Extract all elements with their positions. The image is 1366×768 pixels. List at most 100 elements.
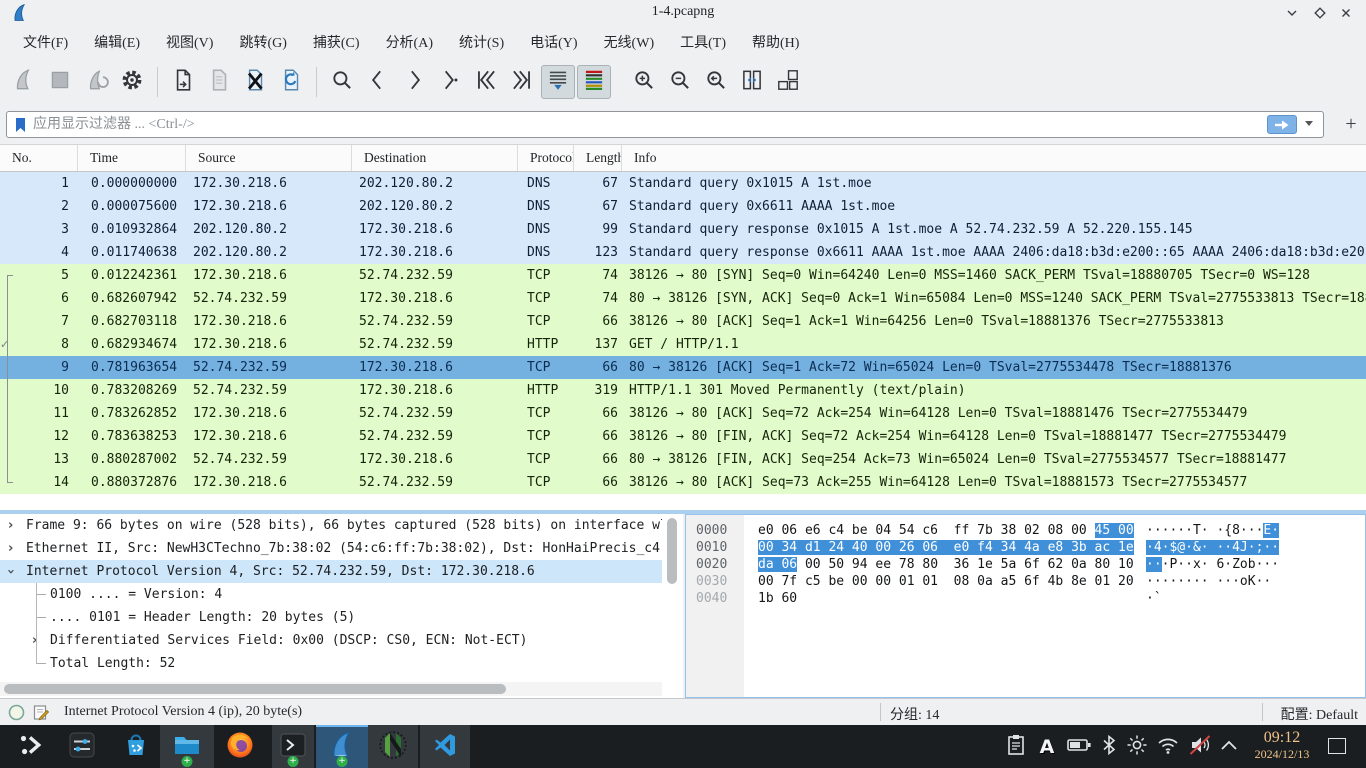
discover-button[interactable] [116, 725, 156, 768]
menu-item-10[interactable]: 帮助(H) [739, 28, 812, 56]
stop-capture-button[interactable] [43, 65, 77, 99]
scrollbar-thumb[interactable] [4, 684, 506, 694]
display-filter-field[interactable] [6, 111, 1324, 138]
expander-icon[interactable] [8, 537, 13, 560]
hex-ascii[interactable]: ······T· ·{8···E· [1146, 522, 1279, 539]
auto-scroll-button[interactable] [541, 65, 575, 99]
previous-packet-button[interactable] [361, 65, 395, 99]
bluetooth-tray-button[interactable] [1096, 725, 1122, 768]
column-header-source[interactable]: Source [186, 145, 352, 171]
apply-filter-button[interactable] [1267, 115, 1297, 134]
packet-row[interactable]: 40.011740638202.120.80.2172.30.218.6DNS1… [0, 241, 1366, 264]
app-launcher-button[interactable] [8, 725, 52, 768]
capture-comment-icon[interactable] [32, 704, 49, 725]
packet-row[interactable]: 140.880372876172.30.218.652.74.232.59TCP… [0, 471, 1366, 494]
expert-info-icon[interactable] [8, 704, 25, 725]
detail-line[interactable]: 0100 .... = Version: 4 [0, 583, 662, 606]
hex-bytes[interactable]: da 06 00 50 94 ee 78 80 36 1e 5a 6f 62 0… [758, 556, 1134, 573]
terminal-task[interactable]: + [272, 725, 314, 768]
hex-row[interactable]: 003000 7f c5 be 00 00 01 01 08 0a a5 6f … [686, 573, 1365, 590]
detail-line[interactable]: Frame 9: 66 bytes on wire (528 bits), 66… [0, 514, 662, 537]
go-to-packet-button[interactable] [433, 65, 467, 99]
hex-row[interactable]: 0000e0 06 e6 c4 be 04 54 c6 ff 7b 38 02 … [686, 522, 1365, 539]
normal-size-button[interactable] [699, 65, 733, 99]
detail-line[interactable]: .... 0101 = Header Length: 20 bytes (5) [0, 606, 662, 629]
neovim-task[interactable] [368, 725, 418, 768]
hex-ascii[interactable]: ·` [1146, 590, 1162, 607]
packet-row[interactable]: 100.78320826952.74.232.59172.30.218.6HTT… [0, 379, 1366, 402]
add-filter-button[interactable]: + [1338, 111, 1364, 137]
zoom-in-button[interactable] [627, 65, 661, 99]
restart-capture-button[interactable] [79, 65, 113, 99]
detail-line[interactable]: Total Length: 52 [0, 652, 662, 675]
scrollbar-thumb[interactable] [667, 518, 677, 584]
column-header-length[interactable]: Length [574, 145, 622, 171]
show-desktop-button[interactable] [1328, 738, 1346, 754]
network-tray-button[interactable] [1152, 725, 1184, 768]
expander-icon[interactable] [8, 514, 13, 537]
packet-row[interactable]: 30.010932864202.120.80.2172.30.218.6DNS9… [0, 218, 1366, 241]
close-file-button[interactable] [238, 65, 272, 99]
hex-bytes[interactable]: e0 06 e6 c4 be 04 54 c6 ff 7b 38 02 08 0… [758, 522, 1134, 539]
column-header-destination[interactable]: Destination [352, 145, 518, 171]
clock[interactable]: 09:12 2024/12/13 [1242, 729, 1322, 761]
menu-item-9[interactable]: 工具(T) [667, 28, 739, 56]
status-profile[interactable]: 配置: Default [1281, 704, 1358, 724]
colorize-button[interactable] [577, 65, 611, 99]
packet-row[interactable]: 50.012242361172.30.218.652.74.232.59TCP7… [0, 264, 1366, 287]
hex-bytes[interactable]: 00 7f c5 be 00 00 01 01 08 0a a5 6f 4b 8… [758, 573, 1134, 590]
first-packet-button[interactable] [469, 65, 503, 99]
find-packet-button[interactable] [325, 65, 359, 99]
detail-line[interactable]: Differentiated Services Field: 0x00 (DSC… [0, 629, 662, 652]
column-header-protocol[interactable]: Protocol [518, 145, 574, 171]
filter-dropdown-caret[interactable] [1305, 121, 1313, 126]
resize-columns-button[interactable] [735, 65, 769, 99]
hex-bytes[interactable]: 1b 60 [758, 590, 797, 607]
next-packet-button[interactable] [397, 65, 431, 99]
hex-bytes[interactable]: 00 34 d1 24 40 00 26 06 e0 f4 34 4a e8 3… [758, 539, 1134, 556]
menu-item-6[interactable]: 统计(S) [446, 28, 517, 56]
hex-row[interactable]: 0020da 06 00 50 94 ee 78 80 36 1e 5a 6f … [686, 556, 1365, 573]
hex-ascii[interactable]: ···P··x· 6·Zob··· [1146, 556, 1279, 573]
column-header-no[interactable]: No. [0, 145, 78, 171]
packet-row[interactable]: 60.68260794252.74.232.59172.30.218.6TCP7… [0, 287, 1366, 310]
display-filter-input[interactable] [33, 113, 1213, 136]
vscode-task[interactable] [420, 725, 470, 768]
hex-row[interactable]: 001000 34 d1 24 40 00 26 06 e0 f4 34 4a … [686, 539, 1365, 556]
firefox-button[interactable] [218, 725, 262, 768]
maximize-button[interactable] [1310, 4, 1330, 22]
capture-options-button[interactable] [115, 65, 149, 99]
packet-row[interactable]: 90.78196365452.74.232.59172.30.218.6TCP6… [0, 356, 1366, 379]
packet-row[interactable]: 110.783262852172.30.218.652.74.232.59TCP… [0, 402, 1366, 425]
open-file-button[interactable] [166, 65, 200, 99]
close-button[interactable] [1336, 4, 1356, 22]
menu-item-1[interactable]: 编辑(E) [81, 28, 153, 56]
menu-item-4[interactable]: 捕获(C) [300, 28, 373, 56]
save-file-button[interactable] [202, 65, 236, 99]
hex-row[interactable]: 00401b 60·` [686, 590, 1365, 607]
packet-row[interactable]: 20.000075600172.30.218.6202.120.80.2DNS6… [0, 195, 1366, 218]
start-capture-button[interactable] [7, 65, 41, 99]
menu-item-3[interactable]: 跳转(G) [226, 28, 299, 56]
expander-icon[interactable] [8, 560, 13, 583]
menu-item-7[interactable]: 电话(Y) [517, 28, 590, 56]
packet-row[interactable]: ✓80.682934674172.30.218.652.74.232.59HTT… [0, 333, 1366, 356]
packet-row[interactable]: 120.783638253172.30.218.652.74.232.59TCP… [0, 425, 1366, 448]
column-header-time[interactable]: Time [78, 145, 186, 171]
system-settings-button[interactable] [62, 725, 102, 768]
last-packet-button[interactable] [505, 65, 539, 99]
wireshark-task[interactable]: + [316, 725, 368, 768]
packet-row[interactable]: 130.88028700252.74.232.59172.30.218.6TCP… [0, 448, 1366, 471]
hex-ascii[interactable]: ········ ···oK·· [1146, 573, 1271, 590]
battery-tray-button[interactable] [1062, 725, 1096, 768]
menu-item-0[interactable]: 文件(F) [10, 28, 81, 56]
menu-item-5[interactable]: 分析(A) [373, 28, 446, 56]
input-method-tray-button[interactable]: A [1032, 725, 1062, 768]
layout-columns-button[interactable] [771, 65, 805, 99]
volume-tray-button[interactable] [1184, 725, 1216, 768]
menu-item-8[interactable]: 无线(W) [591, 28, 668, 56]
file-manager-task[interactable]: + [160, 725, 214, 768]
packet-row[interactable]: 10.000000000172.30.218.6202.120.80.2DNS6… [0, 172, 1366, 195]
detail-line[interactable]: Ethernet II, Src: NewH3CTechno_7b:38:02 … [0, 537, 662, 560]
bookmark-icon[interactable] [12, 116, 30, 138]
